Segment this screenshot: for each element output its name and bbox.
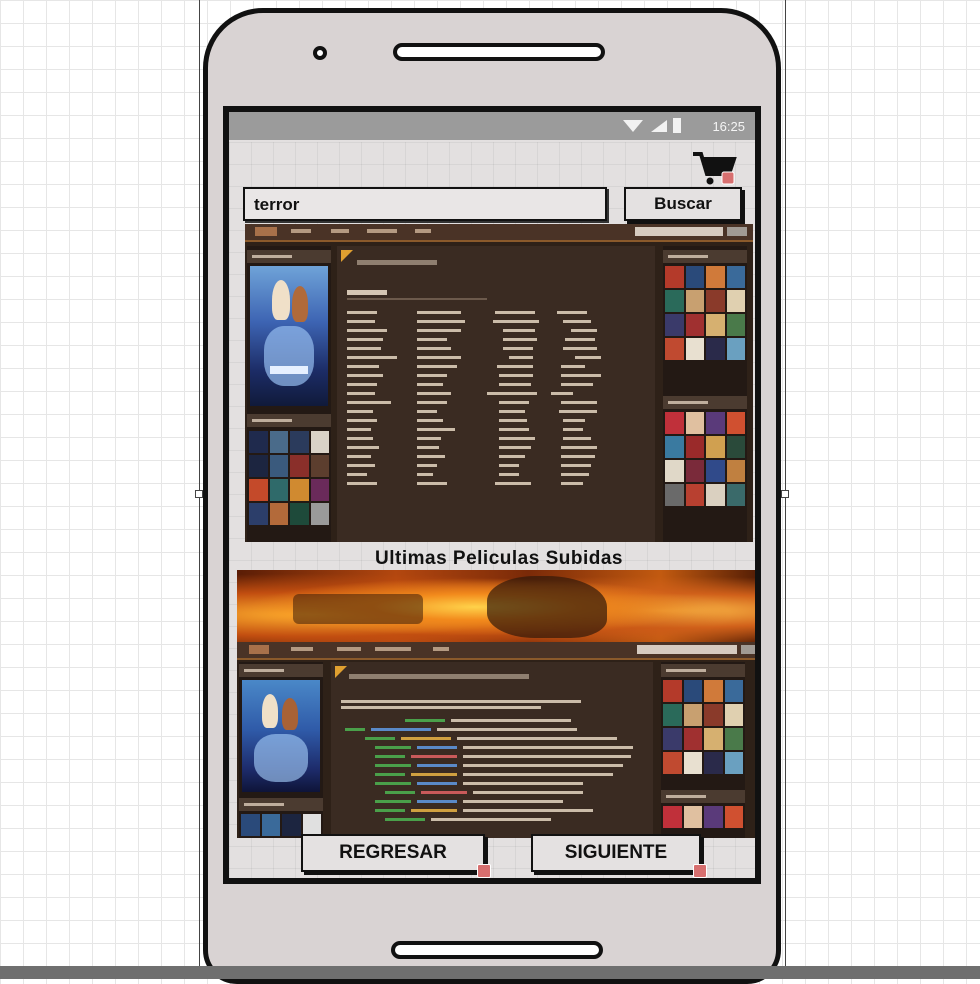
front-camera [313, 46, 327, 60]
movie-site-screenshot-bottom [237, 642, 755, 838]
next-button[interactable]: SIGUIENTE [531, 834, 707, 878]
thumbs-right-3 [663, 680, 743, 774]
thumbs-right-1 [665, 266, 745, 360]
selection-handle-right[interactable] [781, 490, 789, 498]
back-button-label: REGRESAR [339, 842, 447, 863]
movie-title-rows [347, 308, 647, 488]
earpiece-speaker [393, 43, 605, 61]
status-time: 16:25 [712, 119, 745, 134]
site-right-sidebar [663, 246, 747, 542]
cart-icon[interactable] [691, 150, 737, 188]
site2-article [331, 662, 653, 838]
back-button[interactable]: REGRESAR [301, 834, 491, 878]
thumbs-left [249, 431, 329, 525]
search-button[interactable]: Buscar [624, 187, 742, 221]
next-button-label: SIGUIENTE [564, 842, 668, 863]
thumbs-left-2 [241, 814, 321, 836]
signal-icon [651, 120, 667, 132]
site2-right-sidebar [661, 662, 745, 838]
bottom-scrollbar[interactable] [0, 966, 980, 979]
frozen-poster [250, 266, 328, 406]
site-nav-bar-2 [237, 642, 755, 660]
download-link-rows [345, 716, 645, 824]
movie-site-screenshot-top [245, 224, 753, 542]
search-input[interactable]: terror [243, 187, 607, 221]
frozen-poster-2 [242, 680, 320, 792]
link-badge-icon [477, 864, 491, 878]
link-badge-icon [693, 864, 707, 878]
site-fire-header [237, 570, 755, 644]
thumbs-right-4 [663, 806, 743, 828]
phone-screen: 16:25 terror Buscar Ultimas Peliculas Su… [223, 106, 761, 884]
selection-handle-left[interactable] [195, 490, 203, 498]
site2-left-sidebar [239, 662, 323, 838]
home-button[interactable] [391, 941, 603, 959]
site-left-sidebar [247, 246, 331, 542]
thumbs-right-2 [665, 412, 745, 506]
battery-icon [673, 118, 681, 133]
site-movie-list [337, 246, 655, 542]
wifi-icon [623, 120, 643, 132]
status-bar: 16:25 [229, 112, 755, 140]
site-nav-bar [245, 224, 753, 242]
search-input-value: terror [254, 195, 300, 214]
